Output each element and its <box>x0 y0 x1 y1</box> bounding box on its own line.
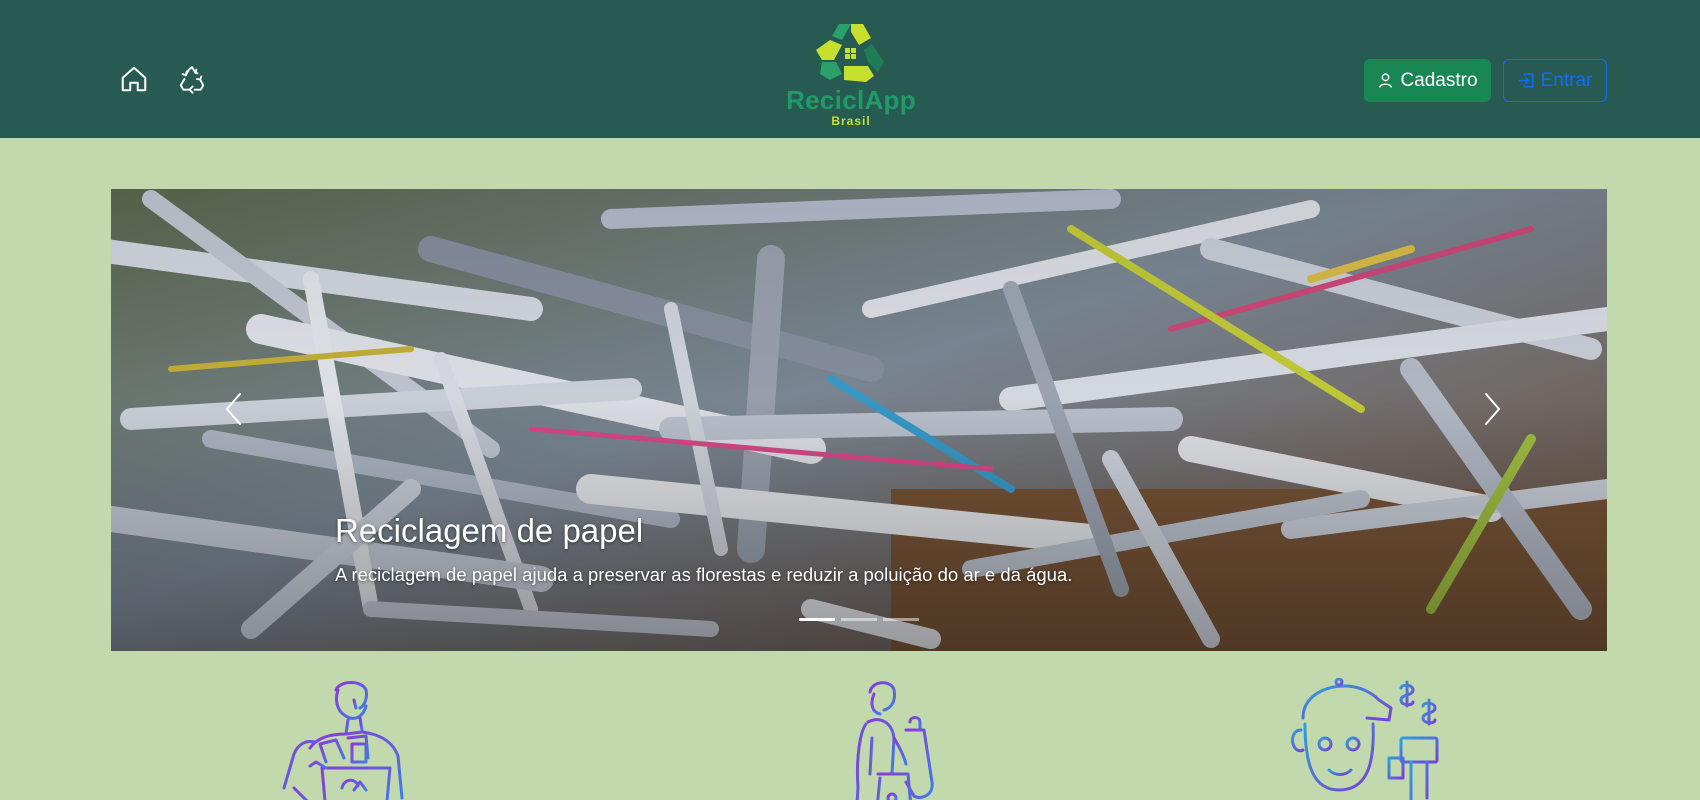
house-icon <box>121 66 147 92</box>
person-carrying-bags-icon <box>855 681 934 800</box>
carousel-indicators <box>799 618 919 621</box>
navbar: ReciclApp Brasil Cadastro Entrar <box>0 0 1700 138</box>
robot-with-cash-register-icon <box>1291 678 1439 800</box>
carousel[interactable]: Reciclagem de papel A reciclagem de pape… <box>111 189 1607 651</box>
carousel-indicator-3[interactable] <box>883 618 919 621</box>
recycle-link[interactable] <box>177 64 207 94</box>
logo-title: ReciclApp <box>786 85 916 115</box>
carousel-next-button[interactable] <box>1472 389 1512 429</box>
carousel-indicator-1[interactable] <box>799 618 835 621</box>
cadastro-label: Cadastro <box>1400 69 1478 91</box>
entrar-button[interactable]: Entrar <box>1503 59 1607 102</box>
recycle-house-logo-icon <box>816 24 884 82</box>
feature-illustration-3 <box>1285 678 1455 800</box>
feature-illustration-1 <box>270 678 430 800</box>
person-with-recycling-box-icon <box>282 681 404 800</box>
slide-title: Reciclagem de papel <box>335 512 644 549</box>
carousel-indicator-2[interactable] <box>841 618 877 621</box>
entrar-label: Entrar <box>1540 69 1593 91</box>
chevron-left-icon <box>225 393 241 425</box>
home-link[interactable] <box>119 64 149 94</box>
logo-subtitle: Brasil <box>831 114 871 128</box>
chevron-right-icon <box>1485 393 1501 425</box>
logo[interactable]: ReciclApp Brasil <box>785 22 917 138</box>
slide-description: A reciclagem de papel ajuda a preservar … <box>335 564 1073 585</box>
cadastro-button[interactable]: Cadastro <box>1364 59 1491 102</box>
person-icon <box>1379 73 1393 88</box>
recycle-icon <box>179 66 205 94</box>
carousel-prev-button[interactable] <box>214 389 254 429</box>
feature-illustration-2 <box>820 678 950 800</box>
sign-in-icon <box>1518 73 1534 88</box>
carousel-caption: Reciclagem de papel A reciclagem de pape… <box>335 511 1072 587</box>
